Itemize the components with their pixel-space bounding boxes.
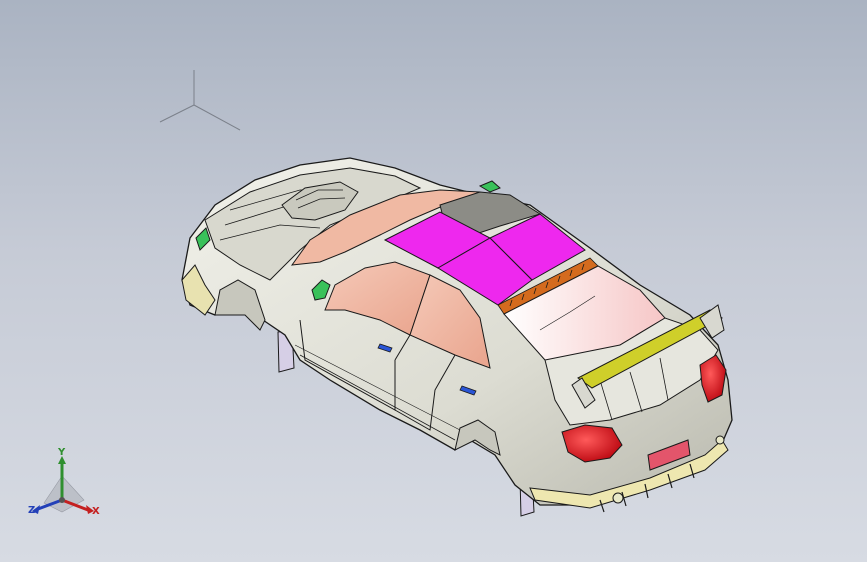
roof-mirror [478, 180, 501, 193]
x-axis-label: X [92, 506, 100, 517]
exhaust-tip [612, 492, 624, 504]
graphics-viewport[interactable]: Y Z X [0, 0, 867, 562]
y-axis-label: Y [58, 447, 66, 458]
view-orientation-triad[interactable]: Y Z X [22, 448, 112, 528]
z-axis-label: Z [28, 505, 36, 516]
exhaust-tip [715, 435, 725, 445]
car-model[interactable] [0, 0, 867, 562]
